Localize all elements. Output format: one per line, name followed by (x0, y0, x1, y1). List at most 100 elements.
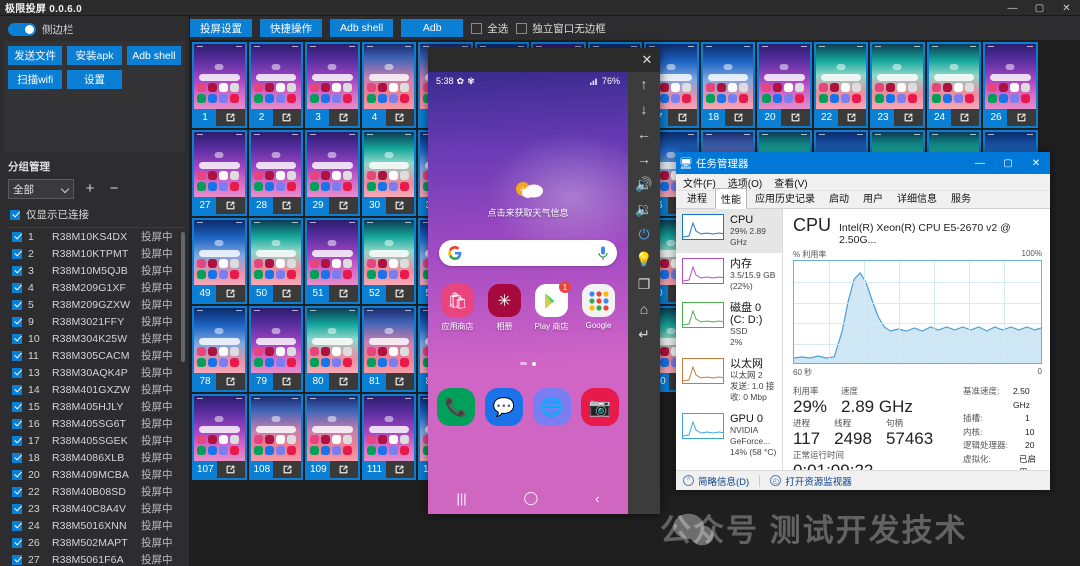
power-icon[interactable]: ⏻ (633, 226, 655, 242)
recents-button[interactable]: ||| (456, 491, 466, 506)
device-tile[interactable]: 2 (248, 42, 303, 128)
tile-screen[interactable] (250, 308, 301, 373)
tile-screen[interactable] (307, 44, 358, 109)
resource-item[interactable]: 内存 3.5/15.9 GB (22%) (676, 253, 782, 297)
sidebar-adb-shell-button[interactable]: Adb shell (126, 46, 181, 65)
device-tile[interactable]: 52 (361, 218, 416, 304)
open-external-icon[interactable] (668, 112, 697, 123)
open-external-icon[interactable] (329, 200, 358, 211)
open-external-icon[interactable] (330, 464, 358, 475)
device-tile[interactable]: 51 (305, 218, 360, 304)
open-external-icon[interactable] (273, 376, 302, 387)
minimize-button[interactable]: — (999, 0, 1026, 16)
device-row[interactable]: 18 R38M4086XLB 投屏中 (6, 449, 185, 466)
open-external-icon[interactable] (329, 376, 358, 387)
open-external-icon[interactable] (386, 464, 415, 475)
galaxy-store-icon[interactable]: 🛍 (441, 284, 474, 317)
only-connected-checkbox[interactable] (10, 209, 20, 220)
tile-screen[interactable] (194, 396, 245, 461)
device-row[interactable]: 20 R38M409MCBA 投屏中 (6, 466, 185, 483)
down-arrow-icon[interactable]: ↓ (633, 101, 655, 117)
tm-tab-启动[interactable]: 启动 (823, 187, 855, 208)
up-arrow-icon[interactable]: ↑ (633, 76, 655, 92)
device-row[interactable]: 26 R38M502MAPT 投屏中 (6, 534, 185, 551)
tile-screen[interactable] (194, 132, 245, 197)
back-button[interactable]: ‹ (595, 491, 599, 506)
open-external-icon[interactable] (951, 112, 980, 123)
tile-screen[interactable] (250, 220, 301, 285)
brief-info-button[interactable]: ^ 简略信息(D) (683, 474, 749, 488)
adb-button[interactable]: Adb (401, 19, 464, 37)
enter-icon[interactable]: ↵ (633, 326, 655, 342)
open-external-icon[interactable] (273, 200, 302, 211)
add-group-button[interactable]: + (82, 181, 98, 196)
device-tile[interactable]: 26 (983, 42, 1038, 128)
tm-tab-服务[interactable]: 服务 (945, 187, 977, 208)
device-checkbox[interactable] (12, 316, 22, 327)
tm-minimize-button[interactable]: — (966, 152, 994, 174)
tile-screen[interactable] (307, 308, 358, 373)
device-tile[interactable]: 18 (700, 42, 755, 128)
tile-screen[interactable] (702, 44, 753, 109)
device-row[interactable]: 22 R38M40B08SD 投屏中 (6, 483, 185, 500)
device-row[interactable]: 3 R38M10M5QJB 投屏中 (6, 262, 185, 279)
tile-screen[interactable] (194, 220, 245, 285)
device-row[interactable]: 24 R38M5016XNN 投屏中 (6, 517, 185, 534)
device-tile[interactable]: 1 (192, 42, 247, 128)
quick-actions-button[interactable]: 快捷操作 (260, 19, 322, 37)
tm-tab-应用历史记录[interactable]: 应用历史记录 (749, 187, 821, 208)
open-external-icon[interactable] (216, 112, 245, 123)
google-folder-icon-wrap[interactable]: Google (577, 284, 621, 332)
mic-icon[interactable] (598, 246, 608, 261)
device-list[interactable]: 1 R38M10KS4DX 投屏中 2 R38M10KTPMT 投屏中 3 R38M10M5Q… (6, 227, 185, 566)
group-select[interactable]: 全部 (8, 179, 74, 199)
home-button[interactable]: ◯ (524, 490, 539, 506)
device-row[interactable]: 16 R38M405SG6T 投屏中 (6, 415, 185, 432)
device-checkbox[interactable] (12, 231, 22, 242)
sidebar-switch[interactable] (8, 23, 36, 36)
only-connected-row[interactable]: 仅显示已连接 (0, 205, 189, 227)
device-row[interactable]: 1 R38M10KS4DX 投屏中 (6, 228, 185, 245)
device-tile[interactable]: 20 (757, 42, 812, 128)
adb-shell-button[interactable]: Adb shell (330, 19, 394, 37)
messages-icon[interactable]: 💬 (485, 388, 523, 426)
open-external-icon[interactable] (386, 288, 415, 299)
open-external-icon[interactable] (273, 464, 301, 475)
open-external-icon[interactable] (386, 112, 415, 123)
tile-screen[interactable] (759, 44, 810, 109)
open-external-icon[interactable] (217, 464, 245, 475)
tile-screen[interactable] (985, 44, 1036, 109)
open-external-icon[interactable] (725, 112, 754, 123)
device-tile[interactable]: 28 (248, 130, 303, 216)
device-checkbox[interactable] (12, 469, 22, 480)
mirror-close-icon[interactable]: ✕ (634, 48, 660, 72)
device-checkbox[interactable] (12, 333, 22, 344)
resource-item[interactable]: CPU 29% 2.89 GHz (676, 209, 782, 253)
device-checkbox[interactable] (12, 367, 22, 378)
google-folder-icon[interactable] (582, 284, 615, 317)
device-list-scrollbar[interactable] (181, 232, 185, 362)
right-arrow-icon[interactable]: → (633, 151, 655, 167)
open-external-icon[interactable] (838, 112, 867, 123)
resource-item[interactable]: 以太网 以太网 2 发送: 1.0 接收: 0 Mbp (676, 353, 782, 408)
tile-screen[interactable] (250, 396, 301, 461)
device-row[interactable]: 9 R38M3021FFY 投屏中 (6, 313, 185, 330)
tm-close-button[interactable]: ✕ (1022, 152, 1050, 174)
device-checkbox[interactable] (12, 554, 22, 565)
cast-settings-button[interactable]: 投屏设置 (190, 19, 252, 37)
resource-item[interactable]: 磁盘 0 (C: D:) SSD 2% (676, 297, 782, 353)
resource-monitor-link[interactable]: ◴ 打开资源监视器 (770, 474, 852, 488)
device-tile[interactable]: 50 (248, 218, 303, 304)
device-row[interactable]: 17 R38M405SGEK 投屏中 (6, 432, 185, 449)
tm-tab-用户[interactable]: 用户 (857, 187, 889, 208)
tm-tab-进程[interactable]: 进程 (681, 187, 713, 208)
device-tile[interactable]: 4 (361, 42, 416, 128)
tile-screen[interactable] (250, 132, 301, 197)
device-row[interactable]: 23 R38M40C8A4V 投屏中 (6, 500, 185, 517)
open-external-icon[interactable] (329, 288, 358, 299)
device-tile[interactable]: 27 (192, 130, 247, 216)
device-tile[interactable]: 3 (305, 42, 360, 128)
device-tile[interactable]: 78 (192, 306, 247, 392)
device-tile[interactable]: 22 (813, 42, 868, 128)
device-checkbox[interactable] (12, 452, 22, 463)
